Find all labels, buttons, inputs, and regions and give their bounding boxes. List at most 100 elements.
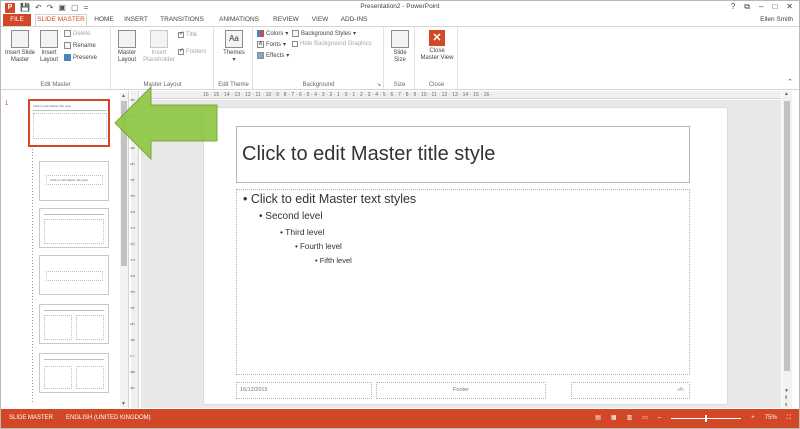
zoom-in-button[interactable]: +: [751, 409, 755, 428]
ruler-mark: 4: [130, 178, 137, 182]
body-level-5[interactable]: • Fifth level: [315, 256, 352, 265]
scroll-down-icon[interactable]: ▼: [121, 401, 126, 407]
thumbnail-slide-master[interactable]: Click to edit Master title style: [28, 99, 110, 147]
themes-button[interactable]: Aa Themes ▾: [218, 30, 250, 64]
preserve-button[interactable]: Preserve: [64, 54, 97, 61]
date-placeholder[interactable]: 16/12/2015: [236, 382, 372, 399]
thumbnail-body-right: [76, 366, 104, 389]
thumbnail-body-left: [44, 315, 72, 340]
layout-icon: [40, 30, 58, 48]
canvas-scrollbar[interactable]: ▲ ▼ ⇞ ⇟: [782, 91, 792, 408]
help-icon[interactable]: ?: [731, 1, 735, 13]
tab-transitions[interactable]: TRANSITIONS: [155, 14, 209, 26]
tab-insert[interactable]: INSERT: [121, 14, 151, 26]
insert-slide-master-label-2: Master: [10, 57, 30, 63]
zoom-slider[interactable]: [671, 415, 742, 422]
effects-button[interactable]: Effects ▾: [257, 52, 289, 59]
thumbnail-layout-content[interactable]: [39, 208, 109, 248]
themes-label: Themes: [223, 50, 245, 56]
reading-view-icon[interactable]: ▥: [627, 409, 633, 428]
view-mode-label: SLIDE MASTER: [9, 415, 54, 421]
ruler-mark: 9: [130, 386, 137, 390]
tab-home[interactable]: HOME: [91, 14, 117, 26]
scroll-up-icon[interactable]: ▲: [784, 91, 789, 97]
thumbnail-layout-title[interactable]: Click to edit Master title style: [39, 161, 109, 201]
title-check-icon: [178, 30, 184, 38]
dialog-launcher-icon[interactable]: ↘: [377, 82, 381, 88]
slide-number-placeholder[interactable]: ‹#›: [571, 382, 690, 399]
thumbnail-line: [44, 214, 104, 215]
body-level-4[interactable]: • Fourth level: [295, 242, 342, 251]
language-indicator[interactable]: ENGLISH (UNITED KINGDOM): [66, 409, 151, 428]
tab-add-ins[interactable]: ADD-INS: [337, 14, 371, 26]
placeholder-icon: [150, 30, 168, 48]
fonts-button[interactable]: A Fonts ▾: [257, 41, 286, 48]
ruler-mark: 2: [130, 210, 137, 214]
scroll-down-icon[interactable]: ▼: [784, 388, 789, 394]
close-master-icon: ✕: [429, 30, 445, 46]
normal-view-icon[interactable]: ▤: [595, 409, 601, 428]
scrollbar-thumb[interactable]: [784, 101, 790, 371]
thumbnail-body: [44, 219, 104, 244]
next-slide-icon[interactable]: ⇟: [784, 402, 788, 408]
title-placeholder-text[interactable]: Click to edit Master title style: [242, 143, 495, 166]
body-level-2[interactable]: • Second level: [259, 211, 323, 222]
collapse-ribbon-icon[interactable]: ⌃: [787, 78, 793, 86]
title-checkbox[interactable]: Title: [178, 30, 197, 38]
rename-button[interactable]: Rename: [64, 42, 96, 49]
thumbnail-body-left: [44, 366, 72, 389]
background-styles-button[interactable]: Background Styles ▾: [292, 30, 356, 37]
ribbon-display-icon[interactable]: ⧉: [744, 1, 750, 13]
insert-slide-master-label-1: Insert Slide: [4, 50, 35, 56]
group-size: Slide Size Size: [385, 27, 415, 89]
tab-slide-master[interactable]: SLIDE MASTER: [35, 14, 87, 26]
minimize-button[interactable]: –: [759, 1, 763, 13]
tab-review[interactable]: REVIEW: [269, 14, 303, 26]
tab-file[interactable]: FILE: [3, 14, 31, 26]
slideshow-icon[interactable]: ▭: [642, 409, 648, 428]
slide-canvas: Click to edit Master title style • Click…: [141, 100, 781, 408]
user-name[interactable]: Ellen Smith: [760, 14, 793, 26]
effects-icon: [257, 52, 264, 59]
thumbnail-layout-comparison[interactable]: [39, 353, 109, 393]
effects-dropdown-icon: ▾: [286, 53, 290, 59]
slide-sorter-icon[interactable]: ▦: [611, 409, 617, 428]
delete-button[interactable]: Delete: [64, 30, 90, 37]
previous-slide-icon[interactable]: ⇞: [784, 395, 788, 401]
footer-placeholder[interactable]: Footer: [376, 382, 546, 399]
body-level-1[interactable]: • Click to edit Master text styles: [243, 192, 416, 206]
body-placeholder[interactable]: • Click to edit Master text styles • Sec…: [236, 189, 690, 375]
hide-background-graphics-checkbox[interactable]: Hide Background Graphics: [292, 41, 372, 47]
close-master-label-2: Master View: [420, 55, 454, 61]
group-edit-master: Insert Slide Master Insert Layout Delete…: [1, 27, 111, 89]
ruler-mark: 6: [130, 338, 137, 342]
ribbon-tabs: FILE SLIDE MASTER HOME INSERT TRANSITION…: [1, 14, 799, 26]
master-layout-button[interactable]: Master Layout: [114, 30, 140, 64]
thumbnail-layout-two-content[interactable]: [39, 304, 109, 344]
tab-view[interactable]: VIEW: [307, 14, 333, 26]
fit-slide-icon[interactable]: ⛶: [787, 409, 791, 428]
tab-animations[interactable]: ANIMATIONS: [213, 14, 265, 26]
thumbnail-layout-section[interactable]: [39, 255, 109, 295]
insert-slide-master-button[interactable]: Insert Slide Master: [3, 30, 37, 64]
close-button[interactable]: ✕: [786, 1, 793, 13]
footers-checkbox-label: Footers: [186, 49, 207, 55]
slide-master-page: Click to edit Master title style • Click…: [204, 108, 727, 404]
slide-size-button[interactable]: Slide Size: [388, 30, 412, 64]
maximize-button[interactable]: □: [772, 1, 777, 13]
close-master-view-button[interactable]: ✕ Close Master View: [418, 30, 456, 62]
insert-placeholder-button[interactable]: Insert Placeholder: [142, 30, 176, 64]
delete-icon: [64, 30, 71, 37]
footers-checkbox[interactable]: Footers: [178, 47, 207, 55]
rename-icon: [64, 42, 71, 49]
zoom-out-button[interactable]: –: [658, 409, 661, 428]
slide-size-label-1: Slide: [393, 50, 407, 56]
thumbnail-line: [44, 310, 104, 311]
body-level-3[interactable]: • Third level: [280, 227, 324, 237]
zoom-level[interactable]: 75%: [765, 409, 777, 428]
horizontal-ruler: 16 · 15 · 14 · 13 · 12 · 11 · 10 · 9 · 8…: [141, 91, 781, 99]
colors-button[interactable]: Colors ▾: [257, 30, 288, 37]
insert-layout-button[interactable]: Insert Layout: [37, 30, 61, 64]
background-group-label: Background: [302, 82, 335, 88]
title-placeholder[interactable]: Click to edit Master title style: [236, 126, 690, 183]
